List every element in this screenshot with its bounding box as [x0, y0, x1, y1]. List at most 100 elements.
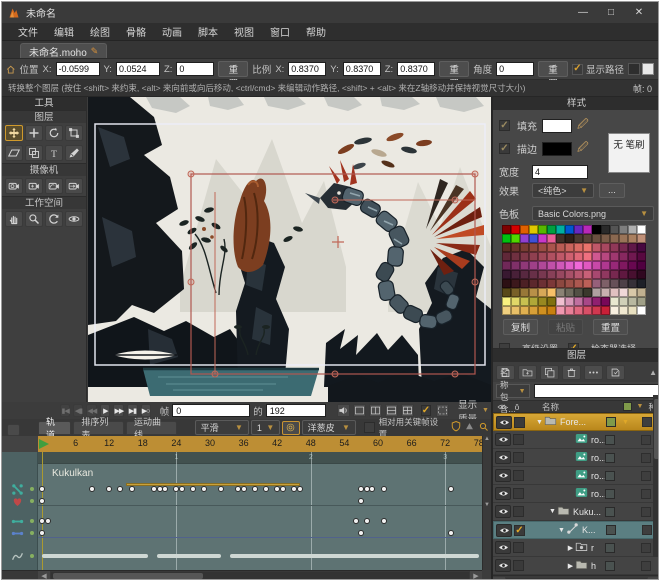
menu-item-5[interactable]: 脚本: [190, 22, 226, 41]
layer-expand-icon[interactable]: ▼: [557, 527, 566, 534]
angle-input[interactable]: [496, 62, 534, 76]
palette-swatch[interactable]: [601, 243, 610, 252]
layers-hscrollbar[interactable]: ◀ ▶: [493, 575, 659, 580]
palette-swatch[interactable]: [520, 279, 529, 288]
keyframe-dot[interactable]: [353, 518, 359, 524]
palette-swatch[interactable]: [592, 297, 601, 306]
effect-more-button[interactable]: ...: [599, 183, 625, 198]
minimize-button[interactable]: —: [570, 4, 596, 21]
palette-swatch[interactable]: [637, 288, 646, 297]
palette-swatch[interactable]: [610, 270, 619, 279]
layer-checkbox[interactable]: [513, 560, 524, 571]
channel-visibility-channel-icon[interactable]: [9, 549, 25, 563]
palette-swatch[interactable]: [601, 306, 610, 315]
collapse-panel-icon[interactable]: ▲: [649, 368, 657, 377]
stroke-eyedropper-icon[interactable]: 🖉: [577, 139, 589, 158]
layer-color-chip[interactable]: [605, 435, 615, 445]
palette-swatch[interactable]: [610, 243, 619, 252]
onion-skin-button[interactable]: [282, 421, 299, 435]
layer-color-chip[interactable]: [606, 417, 616, 427]
camera-pan-button[interactable]: [65, 178, 83, 194]
palette-swatch[interactable]: [619, 252, 628, 261]
palette-swatch[interactable]: [547, 261, 556, 270]
keyframe-dot[interactable]: [241, 486, 247, 492]
palette-swatch[interactable]: [511, 279, 520, 288]
timeline-tab-0[interactable]: 轨道: [38, 421, 71, 435]
layer-row-ro[interactable]: ro...: [493, 449, 659, 467]
palette-swatch[interactable]: [628, 279, 637, 288]
palette-swatch[interactable]: [538, 243, 547, 252]
scroll-right-icon[interactable]: ▶: [470, 571, 482, 580]
palette-swatch[interactable]: [592, 225, 601, 234]
palette-swatch[interactable]: [556, 225, 565, 234]
visibility-bar[interactable]: [230, 554, 479, 558]
palette-swatch[interactable]: [619, 297, 628, 306]
palette-swatch[interactable]: [574, 297, 583, 306]
palette-swatch[interactable]: [601, 225, 610, 234]
stroke-enabled-checkbox[interactable]: ✓: [499, 143, 510, 154]
stroke-color-swatch[interactable]: [542, 142, 572, 156]
layer-row-k[interactable]: ✓▼K...: [493, 521, 659, 539]
channel-enabled-dot[interactable]: [30, 499, 34, 503]
pen-tool-button[interactable]: [65, 145, 83, 161]
palette-swatch[interactable]: [619, 279, 628, 288]
keyframe-dot[interactable]: [448, 530, 454, 536]
keyframe-dot[interactable]: [358, 530, 364, 536]
smooth-dropdown[interactable]: 平滑▼: [195, 420, 249, 435]
palette-swatch[interactable]: [511, 225, 520, 234]
fill-color-swatch[interactable]: [542, 119, 572, 133]
palette-swatch[interactable]: [502, 234, 511, 243]
palette-swatch[interactable]: [574, 243, 583, 252]
total-frames-input[interactable]: [266, 404, 326, 417]
reset-angle-button[interactable]: 重置: [538, 61, 568, 77]
channel-enabled-dot[interactable]: [30, 531, 34, 535]
palette-swatch[interactable]: [574, 225, 583, 234]
menu-item-2[interactable]: 绘图: [82, 22, 118, 41]
palette-swatch[interactable]: [619, 225, 628, 234]
palette-swatch[interactable]: [583, 279, 592, 288]
stroke-width-input[interactable]: [532, 165, 588, 179]
keyframe-dot[interactable]: [39, 530, 45, 536]
palette-swatch[interactable]: [583, 225, 592, 234]
layer-color-chip[interactable]: [605, 561, 615, 571]
layer-checkbox[interactable]: [513, 434, 524, 445]
extra-option-button[interactable]: [628, 63, 640, 75]
palette-swatch[interactable]: [520, 225, 529, 234]
layer-checkbox[interactable]: [513, 452, 524, 463]
palette-swatch[interactable]: [538, 297, 547, 306]
palette-dropdown[interactable]: Basic Colors.png▼: [532, 206, 654, 221]
delete-layer-button[interactable]: [562, 365, 581, 380]
palette-swatch[interactable]: [547, 288, 556, 297]
relative-keyframe-checkbox[interactable]: [364, 422, 375, 433]
palette-swatch[interactable]: [583, 306, 592, 315]
palette-swatch[interactable]: [502, 297, 511, 306]
visibility-bar[interactable]: [42, 554, 148, 558]
palette-swatch[interactable]: [556, 261, 565, 270]
palette-swatch[interactable]: [529, 234, 538, 243]
timeline-corner-icon[interactable]: [7, 424, 20, 436]
keyframe-dot[interactable]: [364, 518, 370, 524]
palette-swatch[interactable]: [628, 270, 637, 279]
keyframe-dot[interactable]: [448, 486, 454, 492]
text-tool-button[interactable]: T: [45, 145, 63, 161]
palette-swatch[interactable]: [511, 297, 520, 306]
palette-swatch[interactable]: [511, 270, 520, 279]
layer-color-chip[interactable]: [605, 453, 615, 463]
position-z-input[interactable]: [176, 62, 214, 76]
palette-swatch[interactable]: [520, 234, 529, 243]
effect-dropdown[interactable]: <纯色>▼: [532, 183, 594, 198]
palette-swatch[interactable]: [574, 288, 583, 297]
palette-swatch[interactable]: [601, 252, 610, 261]
timeline-right-scroll[interactable]: ▲▼: [482, 436, 491, 570]
palette-swatch[interactable]: [610, 297, 619, 306]
layer-row-ro[interactable]: ro...: [493, 467, 659, 485]
palette-swatch[interactable]: [556, 270, 565, 279]
timeline-ruler[interactable]: 6121824303642485460667278: [38, 436, 482, 452]
palette-swatch[interactable]: [610, 261, 619, 270]
palette-swatch[interactable]: [628, 252, 637, 261]
palette-swatch[interactable]: [511, 243, 520, 252]
palette-swatch[interactable]: [628, 288, 637, 297]
camera-zoom-button[interactable]: [25, 178, 43, 194]
palette-swatch[interactable]: [502, 243, 511, 252]
palette-swatch[interactable]: [583, 297, 592, 306]
